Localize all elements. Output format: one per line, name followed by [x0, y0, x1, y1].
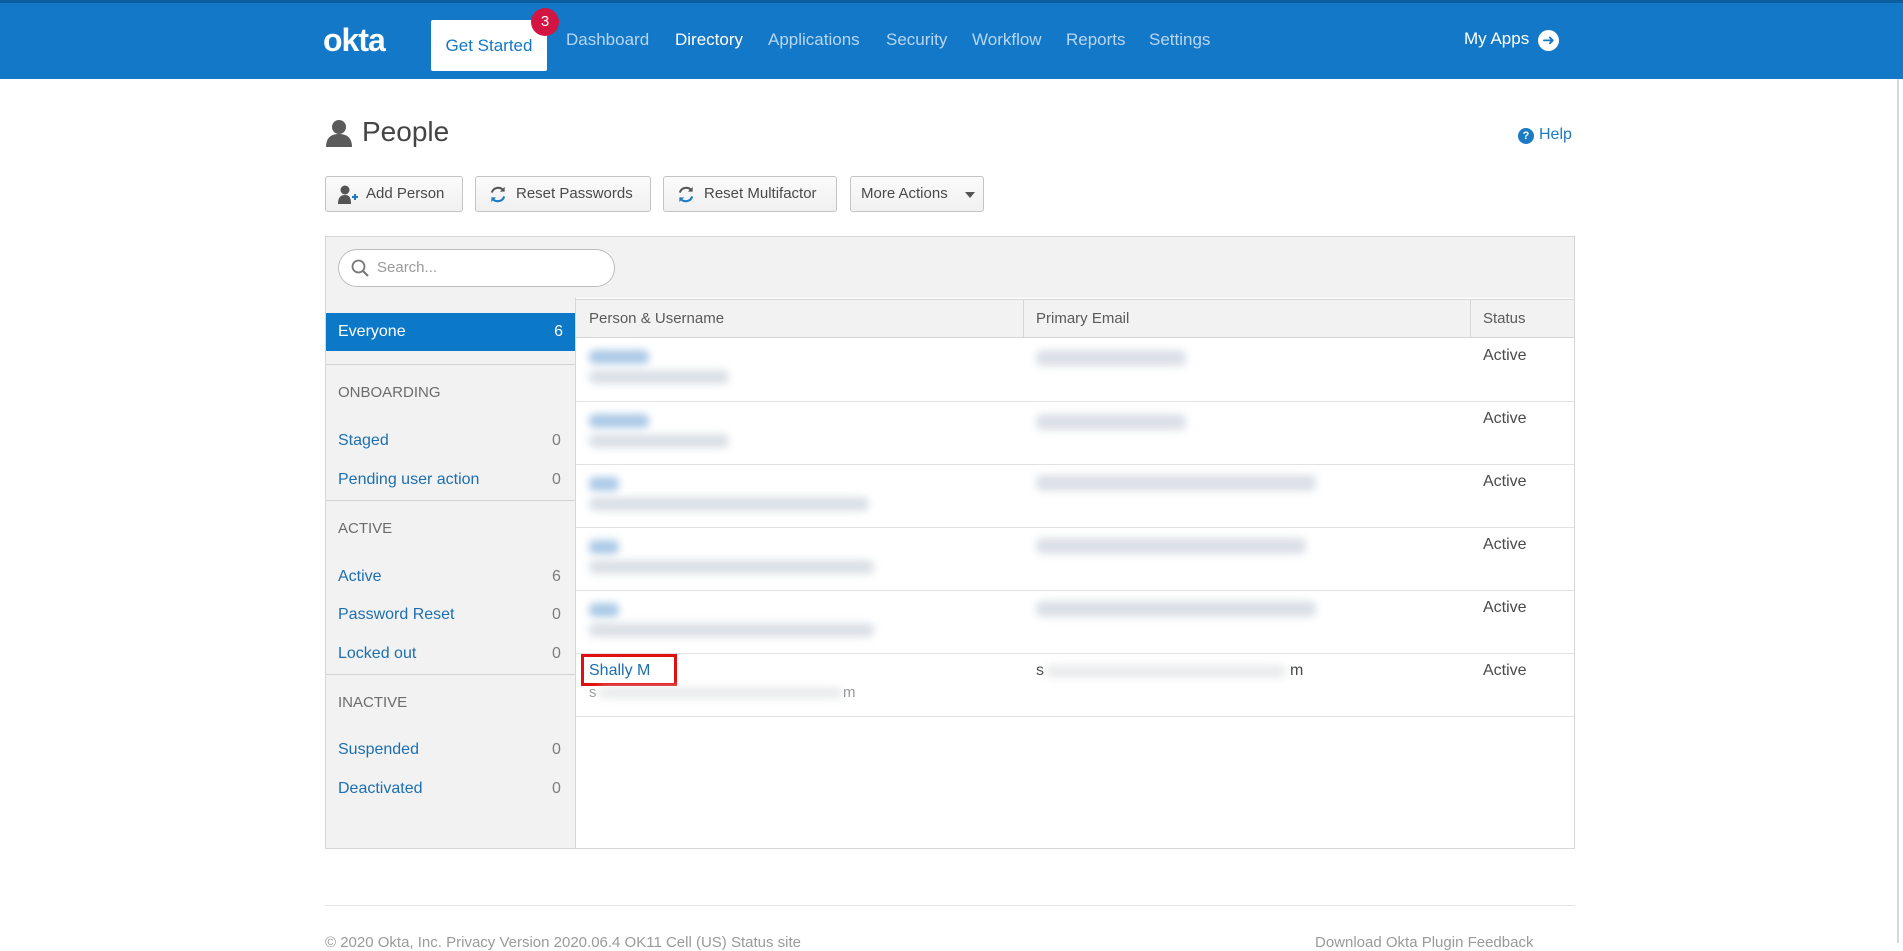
help-circle-icon[interactable]: ? — [1518, 128, 1534, 144]
email-text-end: m — [1290, 662, 1304, 679]
search-icon — [351, 259, 369, 277]
person-icon — [326, 120, 352, 147]
redacted-username — [589, 560, 874, 574]
add-person-icon — [338, 185, 358, 204]
search-input[interactable] — [375, 258, 599, 277]
row-divider — [576, 716, 1574, 717]
status-text: Active — [1483, 347, 1527, 364]
redacted-username — [589, 623, 874, 637]
help-link[interactable]: Help — [1539, 126, 1572, 144]
nav-security[interactable]: Security — [886, 30, 947, 50]
sidebar-item-password-reset[interactable]: Password Reset — [338, 606, 455, 624]
redacted-username — [589, 434, 729, 448]
status-text: Active — [1483, 473, 1527, 490]
column-divider — [1470, 299, 1471, 338]
divider — [326, 674, 575, 675]
column-header-person-username[interactable]: Person & Username — [589, 310, 724, 327]
redacted-username — [598, 687, 843, 699]
nav-dashboard[interactable]: Dashboard — [566, 30, 649, 50]
add-person-label: Add Person — [366, 185, 445, 202]
sidebar-item-staged[interactable]: Staged — [338, 432, 389, 450]
get-started-button[interactable]: Get Started — [431, 20, 547, 71]
notification-badge: 3 — [531, 8, 559, 36]
highlight-box — [581, 654, 677, 686]
redacted-email — [1036, 475, 1316, 491]
nav-settings[interactable]: Settings — [1149, 30, 1210, 50]
footer-divider — [325, 905, 1575, 906]
sidebar-item-locked-out[interactable]: Locked out — [338, 645, 416, 663]
redacted-name[interactable] — [589, 477, 619, 491]
nav-applications[interactable]: Applications — [768, 30, 860, 50]
reset-multifactor-button[interactable]: Reset Multifactor — [663, 176, 837, 212]
sidebar-item-suspended[interactable]: Suspended — [338, 741, 419, 759]
sidebar-item-active[interactable]: Active — [338, 568, 382, 586]
row-divider — [576, 527, 1574, 528]
more-actions-dropdown[interactable]: More Actions — [850, 176, 984, 212]
column-divider — [1023, 299, 1024, 338]
nav-workflow[interactable]: Workflow — [972, 30, 1042, 50]
divider — [326, 364, 575, 365]
username-text-start: s — [589, 684, 597, 701]
sidebar-item-label: Everyone — [338, 323, 406, 340]
redacted-name[interactable] — [589, 540, 619, 554]
sidebar-count-suspended: 0 — [552, 741, 561, 758]
arrow-right-circle-icon[interactable]: ➜ — [1538, 30, 1559, 51]
redacted-username — [589, 497, 869, 511]
column-header-primary-email[interactable]: Primary Email — [1036, 310, 1129, 327]
sidebar-heading-active: ACTIVE — [338, 520, 393, 537]
redacted-name[interactable] — [589, 414, 649, 428]
scrollbar-track[interactable] — [1897, 79, 1899, 943]
status-text: Active — [1483, 410, 1527, 427]
status-text: Active — [1483, 599, 1527, 616]
column-header-status[interactable]: Status — [1483, 310, 1526, 327]
refresh-icon — [490, 186, 506, 203]
sidebar-item-count: 6 — [554, 323, 563, 340]
top-nav-bar — [0, 0, 1903, 79]
nav-reports[interactable]: Reports — [1066, 30, 1126, 50]
row-divider — [576, 401, 1574, 402]
caret-down-icon — [965, 192, 975, 198]
reset-passwords-label: Reset Passwords — [516, 185, 633, 202]
reset-passwords-button[interactable]: Reset Passwords — [475, 176, 651, 212]
redacted-name[interactable] — [589, 603, 619, 617]
row-divider — [576, 653, 1574, 654]
row-divider — [576, 464, 1574, 465]
redacted-email — [1036, 350, 1186, 366]
username-text-end: m — [843, 684, 856, 701]
search-box[interactable] — [338, 249, 615, 287]
email-text-start: s — [1036, 662, 1044, 679]
more-actions-label: More Actions — [861, 185, 948, 202]
add-person-button[interactable]: Add Person — [325, 176, 463, 212]
redacted-email — [1036, 538, 1306, 554]
redacted-email — [1046, 665, 1286, 678]
sidebar-count-active: 6 — [552, 568, 561, 585]
sidebar-count-pending: 0 — [552, 471, 561, 488]
row-divider — [576, 590, 1574, 591]
sidebar-count-deactivated: 0 — [552, 780, 561, 797]
status-text: Active — [1483, 536, 1527, 553]
my-apps-link[interactable]: My Apps — [1464, 29, 1529, 49]
sidebar-item-pending-user-action[interactable]: Pending user action — [338, 471, 479, 489]
refresh-icon — [678, 186, 694, 203]
redacted-email — [1036, 601, 1316, 617]
sidebar-count-locked-out: 0 — [552, 645, 561, 662]
redacted-name[interactable] — [589, 350, 649, 364]
sidebar-heading-inactive: INACTIVE — [338, 694, 408, 711]
okta-logo[interactable]: okta — [323, 22, 386, 59]
sidebar-count-password-reset: 0 — [552, 606, 561, 623]
reset-multifactor-label: Reset Multifactor — [704, 185, 817, 202]
redacted-username — [589, 370, 729, 384]
nav-directory[interactable]: Directory — [675, 30, 743, 50]
sidebar-heading-onboarding: ONBOARDING — [338, 384, 441, 401]
redacted-email — [1036, 414, 1186, 430]
divider — [326, 500, 575, 501]
sidebar-count-staged: 0 — [552, 432, 561, 449]
page-title: People — [362, 116, 450, 147]
sidebar-item-everyone[interactable]: Everyone 6 — [326, 313, 575, 351]
sidebar-item-deactivated[interactable]: Deactivated — [338, 780, 423, 798]
status-text: Active — [1483, 662, 1527, 679]
